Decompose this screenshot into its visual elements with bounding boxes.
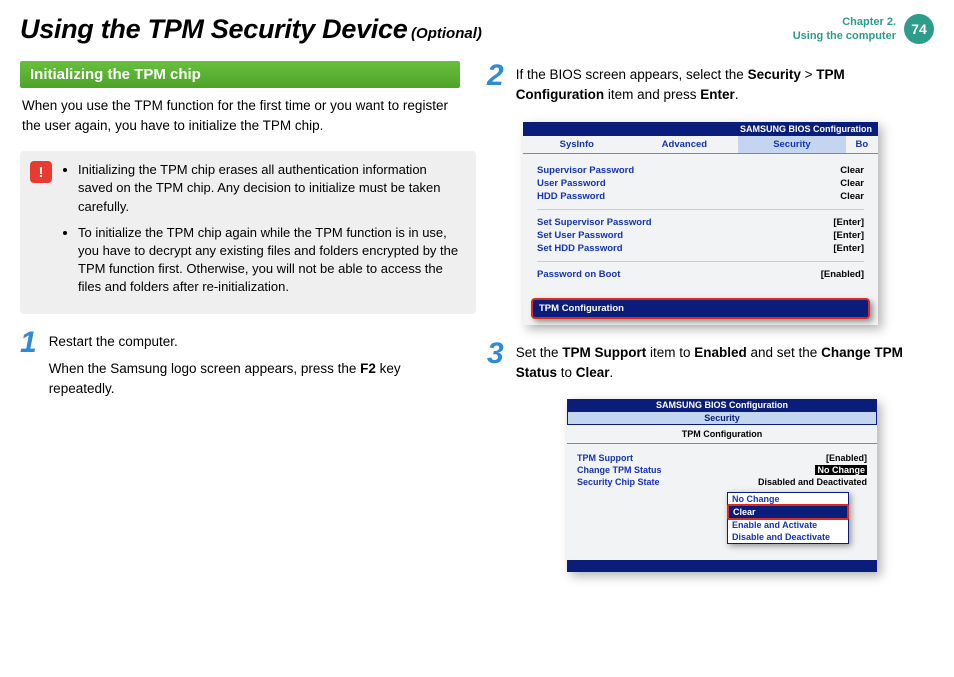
bios2-footer — [567, 560, 877, 572]
bios-row-value: Clear — [840, 178, 864, 189]
bios-highlight-tpm: TPM Configuration — [531, 298, 870, 319]
dropdown-option-selected: Clear — [727, 504, 849, 520]
step-number: 2 — [487, 61, 504, 91]
chapter-label: Chapter 2. — [793, 15, 896, 29]
bios-tab-advanced: Advanced — [631, 136, 739, 153]
page-header: Using the TPM Security Device (Optional)… — [0, 0, 954, 51]
bios2-title: TPM Configuration — [567, 425, 877, 444]
step-body: If the BIOS screen appears, select the S… — [516, 61, 934, 112]
bios-row-value: [Enabled] — [826, 453, 867, 463]
bios-screenshot-2: SAMSUNG BIOS Configuration Security TPM … — [567, 399, 877, 572]
chapter-sub: Using the computer — [793, 29, 896, 43]
warning-icon: ! — [30, 161, 52, 183]
bios-row-label: Change TPM Status — [577, 465, 662, 475]
section-heading: Initializing the TPM chip — [20, 61, 460, 88]
bios-row-label: TPM Support — [577, 453, 633, 463]
bios-tab-sysinfo: SysInfo — [523, 136, 631, 153]
page-subtitle: (Optional) — [411, 25, 482, 42]
dropdown-option: Enable and Activate — [728, 519, 848, 531]
bios-row-label: Set User Password — [537, 230, 623, 241]
bios2-body: TPM Support [Enabled] Change TPM Status No… — [567, 444, 877, 560]
bios-row-label: Supervisor Password — [537, 165, 634, 176]
step-2: 2 If the BIOS screen appears, select the… — [487, 61, 934, 112]
bios-tab-security: Security — [738, 136, 846, 153]
intro-paragraph: When you use the TPM function for the fi… — [22, 96, 465, 135]
step-body: Set the TPM Support item to Enabled and … — [516, 339, 934, 390]
note-bullet-2: To initialize the TPM chip again while t… — [78, 224, 464, 297]
page-title-wrap: Using the TPM Security Device (Optional) — [20, 14, 482, 45]
bios-row-value: Clear — [840, 165, 864, 176]
bios-row-value: [Enter] — [833, 230, 864, 241]
step-body: Restart the computer. When the Samsung l… — [49, 328, 467, 405]
bios-row-value: [Enter] — [833, 217, 864, 228]
bios-row-label: Set HDD Password — [537, 243, 623, 254]
page-title: Using the TPM Security Device — [20, 14, 407, 44]
step-3: 3 Set the TPM Support item to Enabled an… — [487, 339, 934, 390]
bios2-dropdown: No Change Clear Enable and Activate Disa… — [727, 492, 849, 544]
bios-row-value: [Enabled] — [821, 269, 864, 280]
bios-row-label: Security Chip State — [577, 477, 660, 487]
bios-row-label: Set Supervisor Password — [537, 217, 652, 228]
step-number: 3 — [487, 339, 504, 369]
bios-row-value-selected: No Change — [815, 465, 867, 475]
bios-tab-boot: Bo — [846, 136, 878, 153]
step-1: 1 Restart the computer. When the Samsung… — [20, 328, 467, 405]
bios2-header: SAMSUNG BIOS Configuration — [567, 399, 877, 411]
bios-tabs: SysInfo Advanced Security Bo — [523, 136, 878, 154]
left-column: Initializing the TPM chip When you use t… — [20, 61, 467, 586]
right-column: 2 If the BIOS screen appears, select the… — [487, 61, 934, 586]
step-line: Restart the computer. — [49, 332, 467, 352]
bios-title: SAMSUNG BIOS Configuration — [523, 122, 878, 136]
bios-row-value: [Enter] — [833, 243, 864, 254]
page-number-badge: 74 — [904, 14, 934, 44]
warning-note: ! Initializing the TPM chip erases all a… — [20, 151, 476, 314]
bios-screenshot-1: SAMSUNG BIOS Configuration SysInfo Advan… — [523, 122, 878, 325]
breadcrumb: Chapter 2. Using the computer — [793, 15, 896, 44]
content-columns: Initializing the TPM chip When you use t… — [0, 51, 954, 586]
bios-row-value: Disabled and Deactivated — [758, 477, 867, 487]
dropdown-option: Disable and Deactivate — [728, 531, 848, 543]
bios-row-value: Clear — [840, 191, 864, 202]
note-bullet-1: Initializing the TPM chip erases all aut… — [78, 161, 464, 216]
bios2-subheader: Security — [567, 411, 877, 425]
bios-row-label: Password on Boot — [537, 269, 620, 280]
bios-row-label: User Password — [537, 178, 606, 189]
header-right: Chapter 2. Using the computer 74 — [793, 14, 934, 44]
step-line: When the Samsung logo screen appears, pr… — [49, 359, 467, 400]
bios-row-label: HDD Password — [537, 191, 605, 202]
step-number: 1 — [20, 328, 37, 358]
